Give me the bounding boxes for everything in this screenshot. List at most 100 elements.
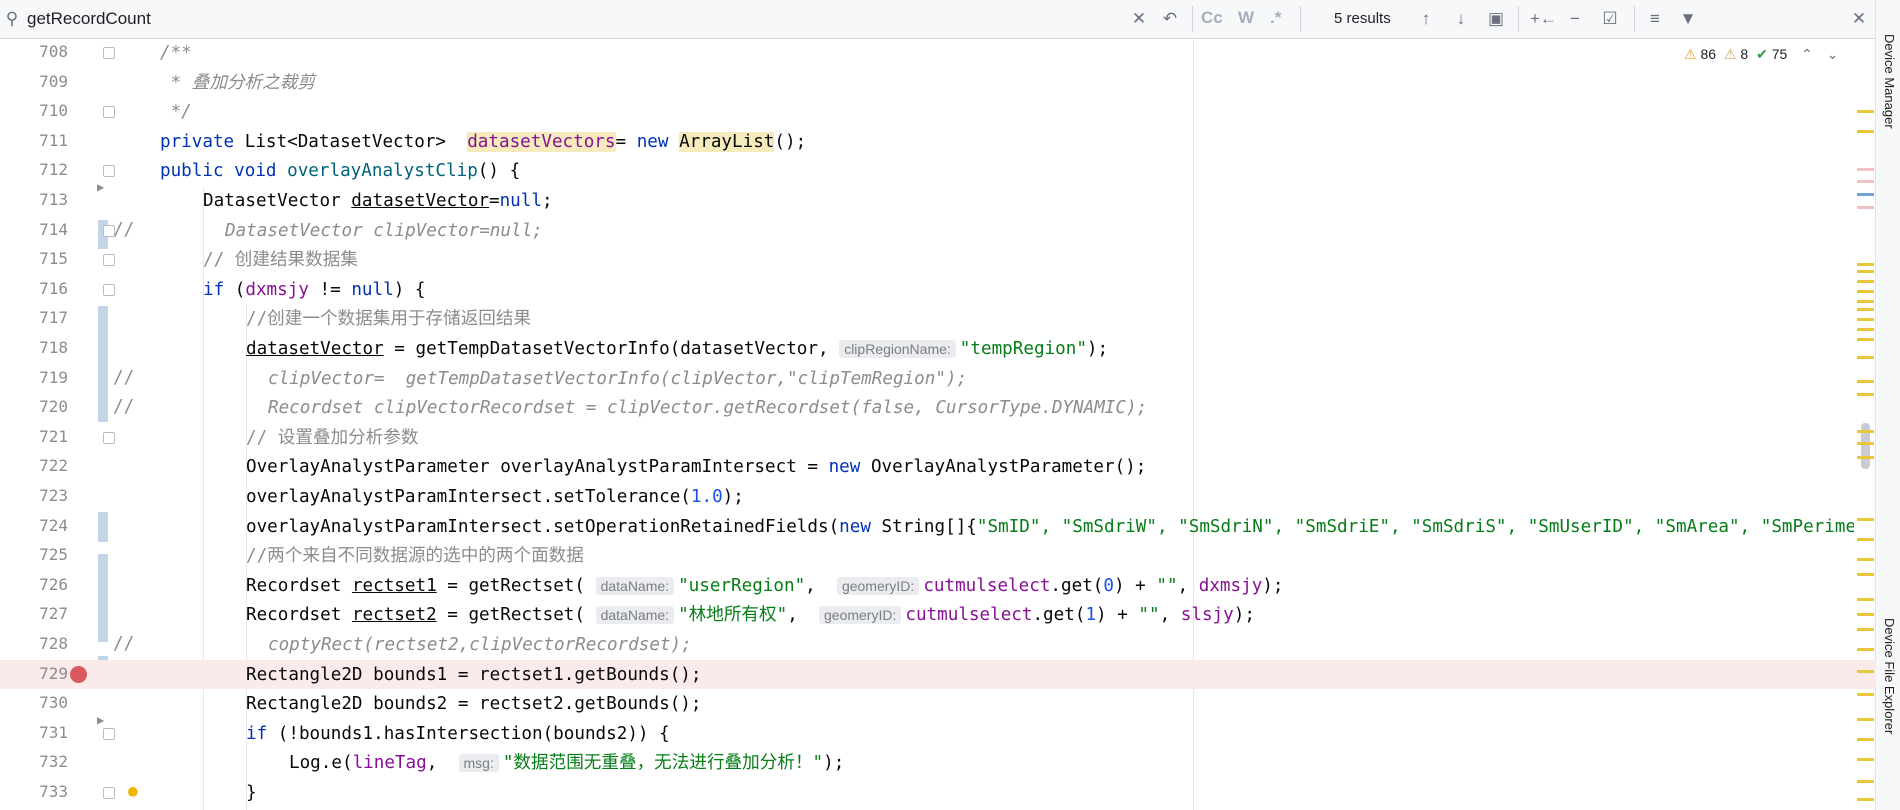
code-text: * 叠加分析之裁剪 <box>160 72 315 93</box>
match-case-icon[interactable]: Cc <box>1201 8 1223 28</box>
code-line: 715 // 创建结果数据集 <box>0 245 1876 275</box>
line-number: 721 <box>39 426 68 446</box>
fold-icon[interactable] <box>103 431 115 444</box>
regex-icon[interactable]: .* <box>1270 8 1281 28</box>
stripe-marker <box>1857 430 1874 433</box>
separator <box>1192 6 1193 32</box>
device-file-explorer-tab[interactable]: Device File Explorer <box>1879 618 1897 734</box>
line-number: 720 <box>39 397 68 417</box>
stripe-marker <box>1857 518 1874 521</box>
stripe-marker <box>1857 598 1874 601</box>
line-number: 726 <box>39 574 68 594</box>
filter-icon[interactable]: ▼ <box>1678 9 1698 29</box>
stripe-marker <box>1857 718 1874 721</box>
code-line: 720 // Recordset clipVectorRecordset = c… <box>0 393 1876 423</box>
run-arrow-icon[interactable]: ▶ <box>97 713 104 727</box>
stripe-marker <box>1857 628 1874 631</box>
line-number: 731 <box>39 722 68 742</box>
line-number: 730 <box>39 693 68 713</box>
run-arrow-icon[interactable]: ▶ <box>97 180 104 194</box>
stripe-marker <box>1857 738 1874 741</box>
code-line: 725 //两个来自不同数据源的选中的两个面数据 <box>0 541 1876 571</box>
line-number: 732 <box>39 752 68 772</box>
param-hint: dataName: <box>595 606 675 625</box>
param-hint: geomeryID: <box>819 606 902 625</box>
stripe-marker <box>1857 318 1874 321</box>
stripe-marker <box>1857 573 1874 576</box>
code-text: Recordset rectset1 = getRectset( dataNam… <box>246 575 1284 596</box>
error-stripe[interactable] <box>1855 38 1876 810</box>
open-in-window-icon[interactable]: ▣ <box>1486 9 1506 29</box>
comment-marker: // <box>113 634 135 654</box>
stripe-marker <box>1857 338 1874 341</box>
line-number: 712 <box>39 160 68 180</box>
stripe-marker <box>1857 110 1874 113</box>
line-number: 713 <box>39 190 68 209</box>
fold-icon[interactable] <box>103 106 115 119</box>
line-number: 708 <box>39 42 68 61</box>
whole-words-icon[interactable]: W <box>1238 8 1254 28</box>
fold-icon[interactable] <box>103 727 115 740</box>
search-icon[interactable]: ⚲ <box>2 9 22 29</box>
right-tool-strip: Device Manager Device File Explorer <box>1875 0 1900 810</box>
arrow-up-icon[interactable]: ↑ <box>1416 9 1436 29</box>
stripe-marker <box>1857 780 1874 783</box>
code-line: 722 OverlayAnalystParameter overlayAnaly… <box>0 452 1876 482</box>
close-icon[interactable]: ✕ <box>1849 9 1869 29</box>
fold-icon[interactable] <box>103 283 115 296</box>
code-text: private List<DatasetVector> datasetVecto… <box>160 131 807 152</box>
line-number: 733 <box>39 782 68 801</box>
code-line: 721 // 设置叠加分析参数 <box>0 423 1876 453</box>
replace-icon[interactable]: ↶ <box>1160 9 1180 29</box>
fold-icon[interactable] <box>103 47 115 59</box>
stripe-marker <box>1857 380 1874 383</box>
clear-icon[interactable]: ✕ <box>1129 9 1149 29</box>
comment-marker: // <box>113 397 135 418</box>
code-editor[interactable]: 708 /** 709 * 叠加分析之裁剪 710 */ 711 private… <box>0 38 1876 810</box>
line-number: 714 <box>39 219 68 239</box>
line-number: 722 <box>39 456 68 476</box>
line-number: 723 <box>39 486 68 505</box>
fold-icon[interactable] <box>103 224 115 237</box>
select-all-occurrences-icon[interactable]: ☑ <box>1600 9 1620 29</box>
code-text: DatasetVector datasetVector=null; <box>203 191 553 211</box>
remove-occurrence-icon[interactable]: − <box>1565 9 1585 29</box>
code-line: 730 Rectangle2D bounds2 = rectset2.getBo… <box>0 689 1876 719</box>
add-occurrence-icon[interactable]: +← <box>1530 9 1557 29</box>
line-number: 718 <box>39 338 68 357</box>
code-text: Log.e(lineTag, msg: "数据范围无重叠，无法进行叠加分析！"); <box>289 753 845 774</box>
fold-icon[interactable] <box>103 165 115 178</box>
stripe-marker <box>1857 193 1874 196</box>
code-text: DatasetVector clipVector=null; <box>225 220 543 241</box>
line-number: 715 <box>39 249 68 269</box>
fold-icon[interactable] <box>103 787 115 799</box>
breakpoint-icon[interactable] <box>70 665 87 683</box>
stripe-marker <box>1857 442 1874 445</box>
stripe-marker <box>1857 456 1874 459</box>
line-number: 717 <box>39 308 68 328</box>
multiline-icon[interactable]: ≡ <box>1645 9 1665 29</box>
line-number: 724 <box>39 515 68 535</box>
stripe-marker <box>1857 168 1874 171</box>
search-input[interactable]: getRecordCount <box>27 8 151 30</box>
code-text: //创建一个数据集用于存储返回结果 <box>246 309 532 330</box>
lightbulb-icon[interactable]: ● <box>128 781 138 800</box>
stripe-marker <box>1857 558 1874 561</box>
code-text: Rectangle2D bounds2 = rectset2.getBounds… <box>246 694 702 715</box>
line-number: 725 <box>39 545 68 565</box>
stripe-marker <box>1857 263 1874 266</box>
code-text: coptyRect(rectset2,clipVectorRecordset); <box>268 635 692 655</box>
device-manager-tab[interactable]: Device Manager <box>1879 34 1897 129</box>
separator <box>1634 6 1635 32</box>
code-text: public void overlayAnalystClip() { <box>160 161 521 182</box>
code-text: OverlayAnalystParameter overlayAnalystPa… <box>246 457 1147 478</box>
code-text: // 创建结果数据集 <box>203 250 358 271</box>
code-text: overlayAnalystParamIntersect.setToleranc… <box>246 487 744 507</box>
param-hint: clipRegionName: <box>839 340 956 358</box>
fold-icon[interactable] <box>103 254 115 267</box>
code-line: 716 if (dxmsjy != null) { <box>0 275 1876 305</box>
search-results-count: 5 results <box>1334 10 1391 27</box>
arrow-down-icon[interactable]: ↓ <box>1451 9 1471 29</box>
param-hint: geomeryID: <box>836 576 920 595</box>
line-number: 727 <box>39 604 68 624</box>
